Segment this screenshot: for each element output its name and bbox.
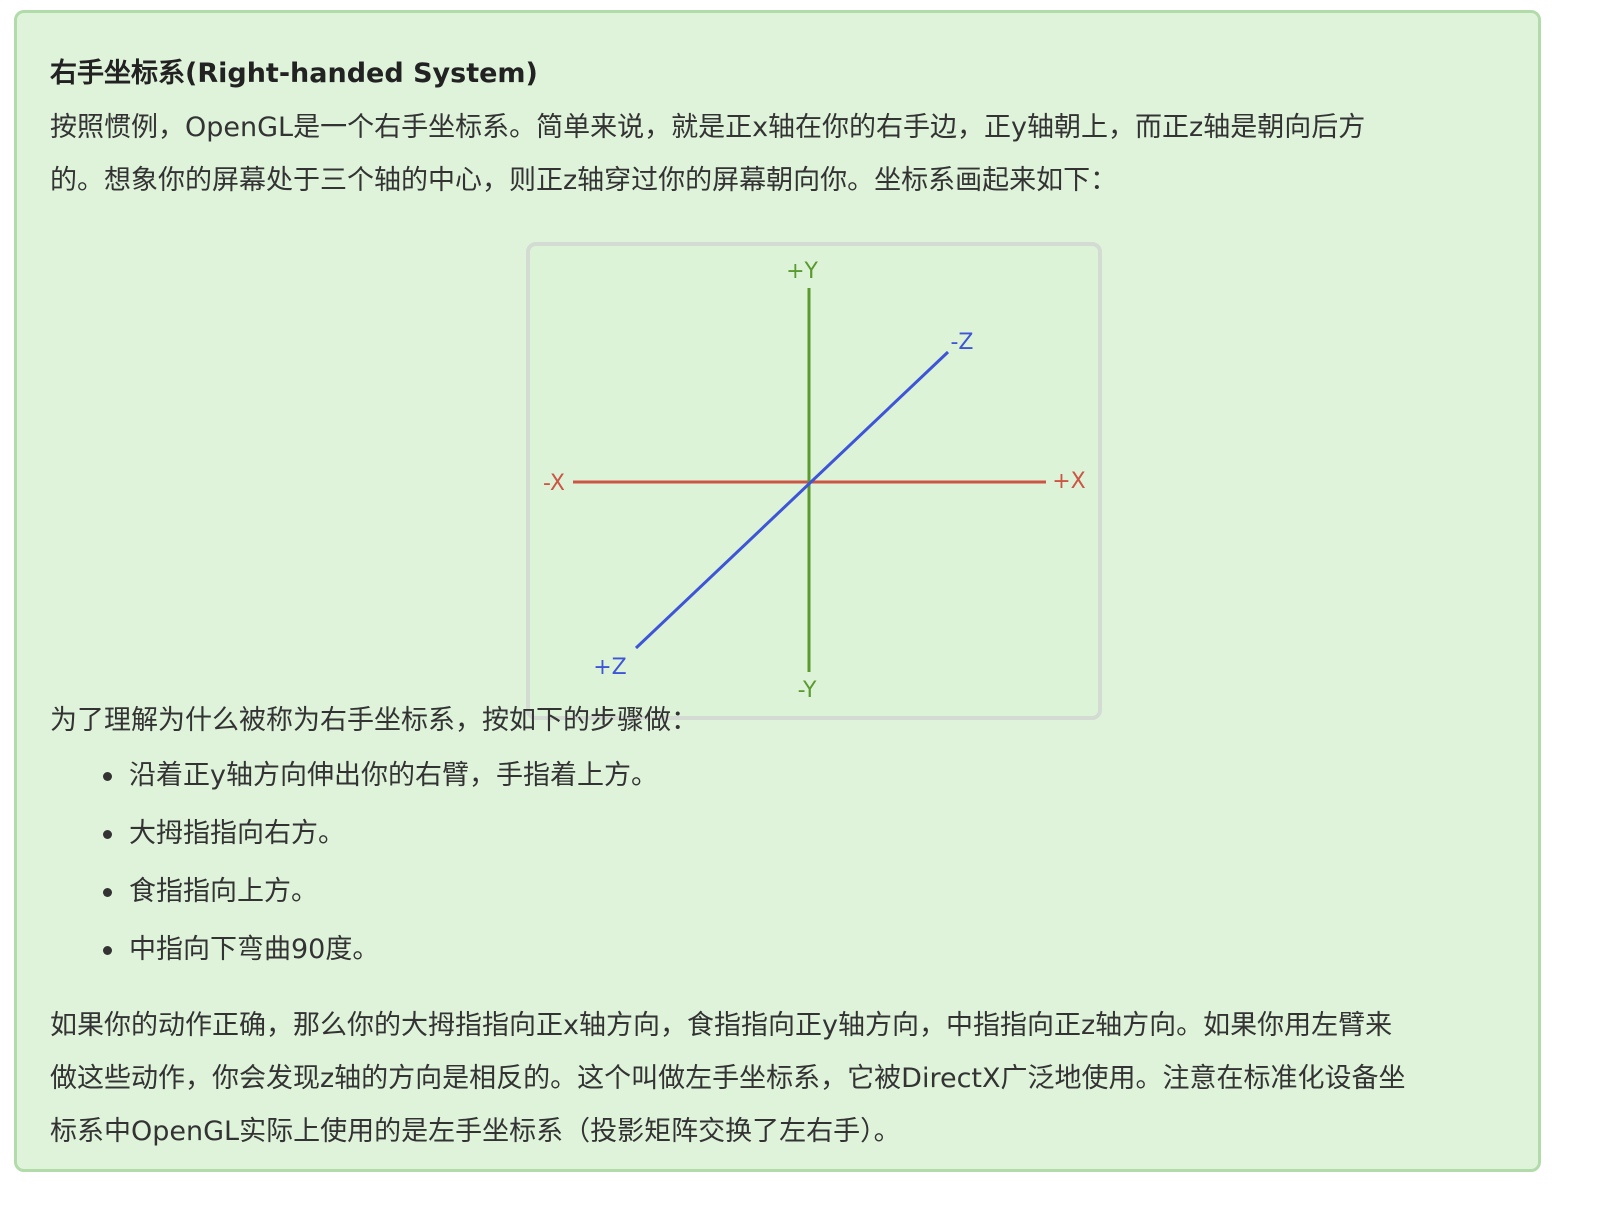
steps-intro: 为了理解为什么被称为右手坐标系，按如下的步骤做：: [50, 705, 698, 736]
list-item: 中指向下弯曲90度。: [50, 921, 1520, 979]
bullet-icon: [103, 772, 112, 781]
list-item: 大拇指指向右方。: [50, 805, 1520, 863]
neg-z-label: -Z: [950, 330, 973, 355]
step-text: 中指向下弯曲90度。: [129, 934, 380, 965]
coordinate-system-figure: +Y -Y -X +X +Z -Z: [526, 242, 1102, 720]
after-figure-section: 为了理解为什么被称为右手坐标系，按如下的步骤做： 沿着正y轴方向伸出你的右臂，手…: [50, 694, 1520, 1158]
step-text: 大拇指指向右方。: [129, 818, 345, 849]
outro-line-1: 如果你的动作正确，那么你的大拇指指向正x轴方向，食指指向正y轴方向，中指指向正z…: [50, 1010, 1393, 1041]
intro-line-1: 按照惯例，OpenGL是一个右手坐标系。简单来说，就是正x轴在你的右手边，正y轴…: [50, 112, 1366, 143]
intro-line-2: 的。想象你的屏幕处于三个轴的中心，则正z轴穿过你的屏幕朝向你。坐标系画起来如下：: [50, 165, 1118, 196]
outro-line-2: 做这些动作，你会发现z轴的方向是相反的。这个叫做左手坐标系，它被DirectX广…: [50, 1063, 1406, 1094]
bullet-icon: [103, 946, 112, 955]
z-axis-line: [634, 350, 950, 650]
list-item: 食指指向上方。: [50, 863, 1520, 921]
note-content: 右手坐标系(Right-handed System) 按照惯例，OpenGL是一…: [50, 51, 1520, 1147]
step-text: 沿着正y轴方向伸出你的右臂，手指着上方。: [129, 760, 658, 791]
pos-y-label: +Y: [786, 259, 818, 284]
step-text: 食指指向上方。: [129, 876, 318, 907]
neg-x-label: -X: [543, 471, 565, 496]
outro-paragraph: 如果你的动作正确，那么你的大拇指指向正x轴方向，食指指向正y轴方向，中指指向正z…: [50, 999, 1520, 1158]
bullet-icon: [103, 888, 112, 897]
bullet-icon: [103, 830, 112, 839]
intro-paragraph: 按照惯例，OpenGL是一个右手坐标系。简单来说，就是正x轴在你的右手边，正y轴…: [50, 101, 1520, 207]
pos-z-label: +Z: [593, 655, 627, 680]
steps-list: 沿着正y轴方向伸出你的右臂，手指着上方。 大拇指指向右方。 食指指向上方。 中指…: [50, 747, 1520, 979]
list-item: 沿着正y轴方向伸出你的右臂，手指着上方。: [50, 747, 1520, 805]
section-heading: 右手坐标系(Right-handed System): [50, 58, 538, 89]
note-box: 右手坐标系(Right-handed System) 按照惯例，OpenGL是一…: [14, 10, 1541, 1172]
outro-line-3: 标系中OpenGL实际上使用的是左手坐标系（投影矩阵交换了左右手）。: [50, 1116, 901, 1147]
axes-diagram: +Y -Y -X +X +Z -Z: [543, 259, 1086, 703]
pos-x-label: +X: [1052, 469, 1086, 494]
